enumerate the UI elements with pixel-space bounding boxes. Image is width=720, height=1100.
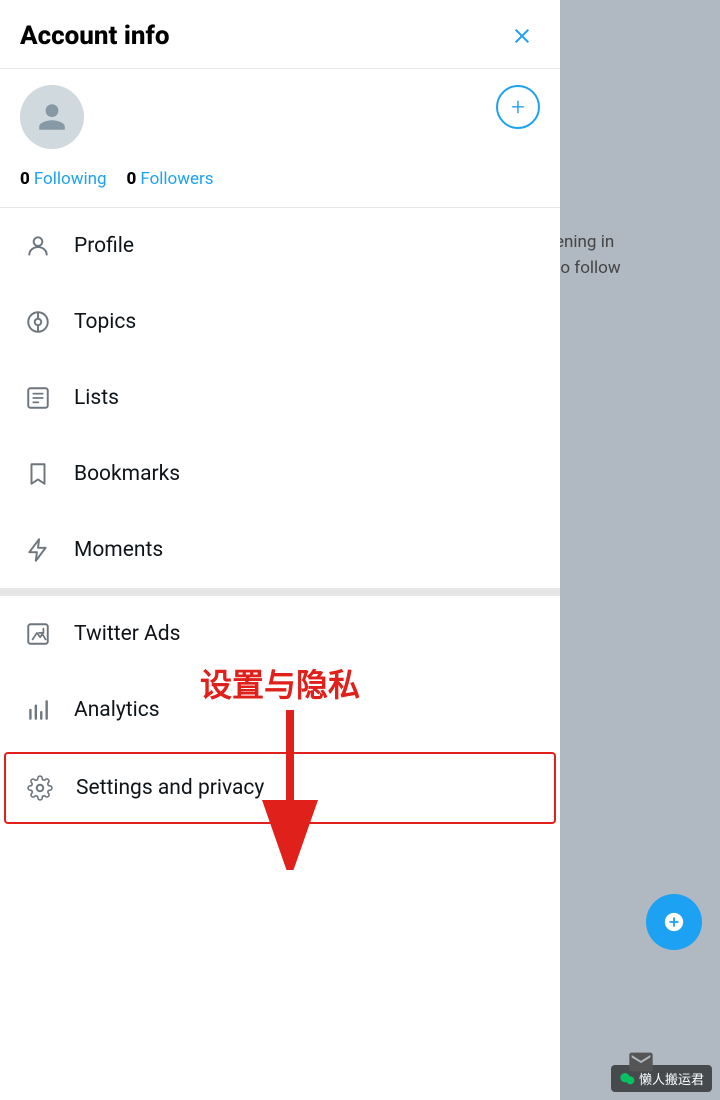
add-account-button[interactable]: +: [496, 85, 540, 129]
followers-item: 0 Followers: [127, 169, 214, 189]
lists-icon: [20, 380, 56, 416]
mail-icon[interactable]: [627, 1048, 655, 1080]
menu-item-lists[interactable]: Lists: [0, 360, 560, 436]
followers-count: 0: [127, 169, 137, 189]
analytics-label: Analytics: [74, 698, 160, 722]
menu-item-moments[interactable]: Moments: [0, 512, 560, 588]
follow-row: 0 Following 0 Followers: [0, 159, 560, 207]
followers-label[interactable]: Followers: [140, 169, 213, 189]
header: Account info: [0, 0, 560, 69]
analytics-icon: [20, 692, 56, 728]
settings-label: Settings and privacy: [76, 776, 264, 800]
avatar: [20, 85, 84, 149]
menu-list: Profile Topics: [0, 208, 560, 1100]
topics-label: Topics: [74, 310, 136, 334]
page-title: Account info: [20, 21, 170, 51]
bolt-icon: [20, 532, 56, 568]
menu-item-bookmarks[interactable]: Bookmarks: [0, 436, 560, 512]
tweet-compose-button[interactable]: [646, 894, 702, 950]
following-item: 0 Following: [20, 169, 107, 189]
menu-item-settings[interactable]: Settings and privacy: [4, 752, 556, 824]
avatar-area: +: [0, 69, 560, 159]
main-panel: Account info + 0 Following 0 Followers: [0, 0, 560, 1100]
menu-item-twitter-ads[interactable]: Twitter Ads: [0, 596, 560, 672]
moments-label: Moments: [74, 538, 163, 562]
right-panel-text: ening in to follow: [545, 220, 720, 291]
ads-icon: [20, 616, 56, 652]
close-button[interactable]: [504, 18, 540, 54]
following-count: 0: [20, 169, 30, 189]
gear-icon: [22, 770, 58, 806]
section-divider: [0, 588, 560, 596]
bookmarks-label: Bookmarks: [74, 462, 180, 486]
following-label[interactable]: Following: [34, 169, 107, 189]
bookmark-icon: [20, 456, 56, 492]
profile-label: Profile: [74, 234, 134, 258]
menu-item-profile[interactable]: Profile: [0, 208, 560, 284]
menu-item-topics[interactable]: Topics: [0, 284, 560, 360]
person-icon: [20, 228, 56, 264]
lists-label: Lists: [74, 386, 119, 410]
menu-item-analytics[interactable]: Analytics: [0, 672, 560, 748]
twitter-ads-label: Twitter Ads: [74, 622, 180, 646]
topics-icon: [20, 304, 56, 340]
